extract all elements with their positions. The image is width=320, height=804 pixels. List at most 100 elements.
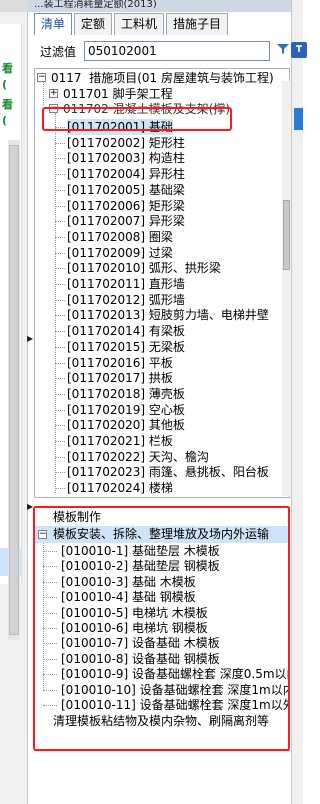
left-pane-scroll-thumb[interactable] xyxy=(9,145,19,635)
tree-item-name: 基础梁 xyxy=(148,182,185,197)
tree-connector xyxy=(55,393,65,395)
tree-connector xyxy=(55,113,56,493)
locate-icon[interactable] xyxy=(291,42,307,58)
filter-funnel-icon[interactable] xyxy=(275,42,291,58)
tree-connector xyxy=(55,189,65,191)
tree-item-label: [011702009] 过梁 xyxy=(67,245,173,261)
tree-item-code: [011702023] xyxy=(67,465,146,480)
tree-item-label: [011702015] 无梁板 xyxy=(67,339,185,355)
tree-item-code: [011702003] xyxy=(67,151,146,166)
tree-connector xyxy=(55,142,65,144)
tree-connector xyxy=(43,81,44,105)
tree-item-label: [011702022] 天沟、檐沟 xyxy=(67,449,209,465)
right-pane-marker xyxy=(294,108,303,130)
tree-item-label: [011702023] 雨篷、悬挑板、阳台板 xyxy=(67,464,269,480)
tree-item-code: [011702014] xyxy=(67,324,146,339)
window-title: ...装工程消耗量定额(2013) xyxy=(28,0,291,12)
tree-connector xyxy=(55,425,65,427)
tree-item-name: 无梁板 xyxy=(148,339,185,354)
tree-item-name: 空心板 xyxy=(148,402,185,417)
tree-item-code: [011702016] xyxy=(67,355,146,370)
tree-item-label: [011702003] 构造柱 xyxy=(67,150,185,166)
tree-item-name: 天沟、檐沟 xyxy=(148,449,209,464)
tree-connector xyxy=(55,205,65,207)
filter-label: 过滤值 xyxy=(40,45,77,59)
bottom-blank xyxy=(28,752,291,804)
tree-item-code: [011702022] xyxy=(67,449,146,464)
tree-node-name: 脚手架工程 xyxy=(112,87,173,101)
splitter-arrow-icon[interactable]: ▶ xyxy=(27,334,33,344)
filter-bar: 过滤值 xyxy=(34,40,307,62)
right-pane xyxy=(291,0,303,804)
collapse-icon[interactable]: − xyxy=(37,73,46,82)
tree-connector xyxy=(55,284,65,285)
tree-item-name: 薄壳板 xyxy=(148,386,185,401)
tree-item-label: [011702021] 栏板 xyxy=(67,433,173,449)
tree-item-code: [011702021] xyxy=(67,434,146,448)
tree-item-label: [011702005] 基础梁 xyxy=(67,182,185,198)
left-pane: 看 看 ( ( xyxy=(0,0,28,804)
tree-connector xyxy=(55,378,65,380)
filter-input[interactable] xyxy=(84,41,270,61)
tree-connector xyxy=(55,236,65,238)
tree-connector xyxy=(55,252,65,254)
left-pane-glyph: ( xyxy=(2,78,8,91)
highlight-box xyxy=(42,107,232,131)
tree-item-label: [011702007] 异形梁 xyxy=(67,213,185,229)
tree-item-label: [011702013] 短肢剪力墙、电梯井壁 xyxy=(67,307,269,323)
tree-item-name: 构造柱 xyxy=(148,151,185,166)
tree-item-label: [011702017] 拱板 xyxy=(67,370,173,386)
tree-item-name: 直形墙 xyxy=(148,277,185,291)
tree-connector xyxy=(55,221,65,223)
tree-item-name: 过梁 xyxy=(148,245,173,260)
tree-item-code: [011702018] xyxy=(67,386,146,401)
tree-connector xyxy=(55,456,65,458)
tree-item-label: [011702020] 其他板 xyxy=(67,417,185,433)
tree-connector xyxy=(55,315,65,317)
tab-bill[interactable]: 清单 xyxy=(34,13,73,35)
tree-item-label: [011702002] 矩形柱 xyxy=(67,135,185,151)
tree-connector xyxy=(55,472,65,474)
tree-item-name: 拱板 xyxy=(148,371,173,386)
tree-item-label: [011702011] 直形墙 xyxy=(67,276,185,292)
tree-item-name: 矩形柱 xyxy=(148,135,185,150)
tree-item-code: [011702020] xyxy=(67,418,146,433)
tree-item-label: [011702014] 有梁板 xyxy=(67,323,185,339)
tree-scroll-thumb[interactable] xyxy=(283,200,290,270)
tree-item-name: 短肢剪力墙、电梯井壁 xyxy=(148,308,269,323)
tree-item-code: [011702007] xyxy=(67,214,146,229)
tree-item-name: 弧形墙 xyxy=(148,292,185,307)
tree-item-name: 平板 xyxy=(148,355,173,370)
tree-connector xyxy=(55,488,65,490)
tree-item-name: 楼梯 xyxy=(148,481,173,496)
tree-connector xyxy=(55,441,65,442)
tree-item-label: [011702008] 圈梁 xyxy=(67,229,173,245)
tab-materials[interactable]: 工料机 xyxy=(114,13,165,35)
tab-bar: 清单 定额 工料机 措施子目 xyxy=(34,13,230,35)
left-pane-glyph: 看 xyxy=(2,62,13,75)
tree-item-code: [011702004] xyxy=(67,167,146,182)
tree-item-code: [011702002] xyxy=(67,135,146,150)
tree-item-label: [011702019] 空心板 xyxy=(67,402,185,418)
tree-item-code: [011702024] xyxy=(67,481,146,496)
tree-connector xyxy=(55,409,65,411)
expand-icon[interactable]: + xyxy=(49,89,58,98)
tab-measures[interactable]: 措施子目 xyxy=(166,13,229,35)
tree-item-name: 弧形、拱形梁 xyxy=(148,261,221,276)
tree-scrollbar[interactable] xyxy=(282,81,291,496)
tree-item-code: [011702011] xyxy=(67,277,146,291)
tree-connector xyxy=(55,362,65,364)
tree-connector xyxy=(55,268,65,270)
tree-item-name: 栏板 xyxy=(148,434,173,448)
tree-connector xyxy=(55,331,65,333)
tree-item-label: [011702012] 弧形墙 xyxy=(67,292,185,308)
tree-item-name: 矩形梁 xyxy=(148,198,185,213)
tree-item-name: 有梁板 xyxy=(148,324,185,339)
tab-quota[interactable]: 定额 xyxy=(74,13,113,35)
tree-item-code: [011702013] xyxy=(67,308,146,323)
tree-connector xyxy=(55,299,65,301)
tree-item-code: [011702009] xyxy=(67,245,146,260)
tree-item-name: 异形梁 xyxy=(148,214,185,229)
tree-item-code: [011702017] xyxy=(67,371,146,386)
tree-node-name: 措施项目(01 房屋建筑与装饰工程) xyxy=(89,71,274,85)
